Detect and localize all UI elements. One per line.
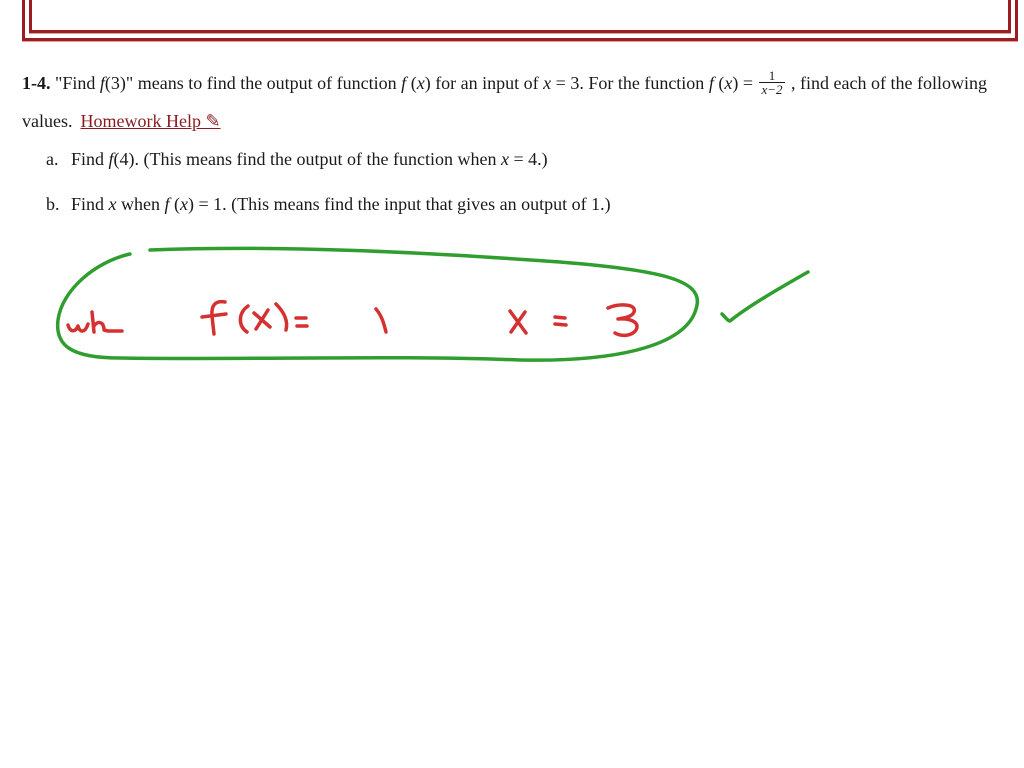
red-ink-x	[252, 308, 272, 331]
red-ink-open-paren	[238, 304, 250, 334]
green-circle-ink	[55, 246, 700, 362]
checkmark-icon	[720, 270, 810, 323]
red-ink-answer-equals	[553, 315, 568, 327]
red-ink-one	[374, 307, 388, 334]
red-ink-when	[66, 310, 124, 334]
red-ink-equals	[294, 316, 309, 328]
red-ink-three	[606, 303, 639, 338]
red-ink-close-paren	[274, 302, 289, 332]
red-ink-answer-x	[508, 309, 528, 335]
handwritten-annotation	[55, 246, 810, 362]
red-ink-f	[200, 299, 228, 336]
